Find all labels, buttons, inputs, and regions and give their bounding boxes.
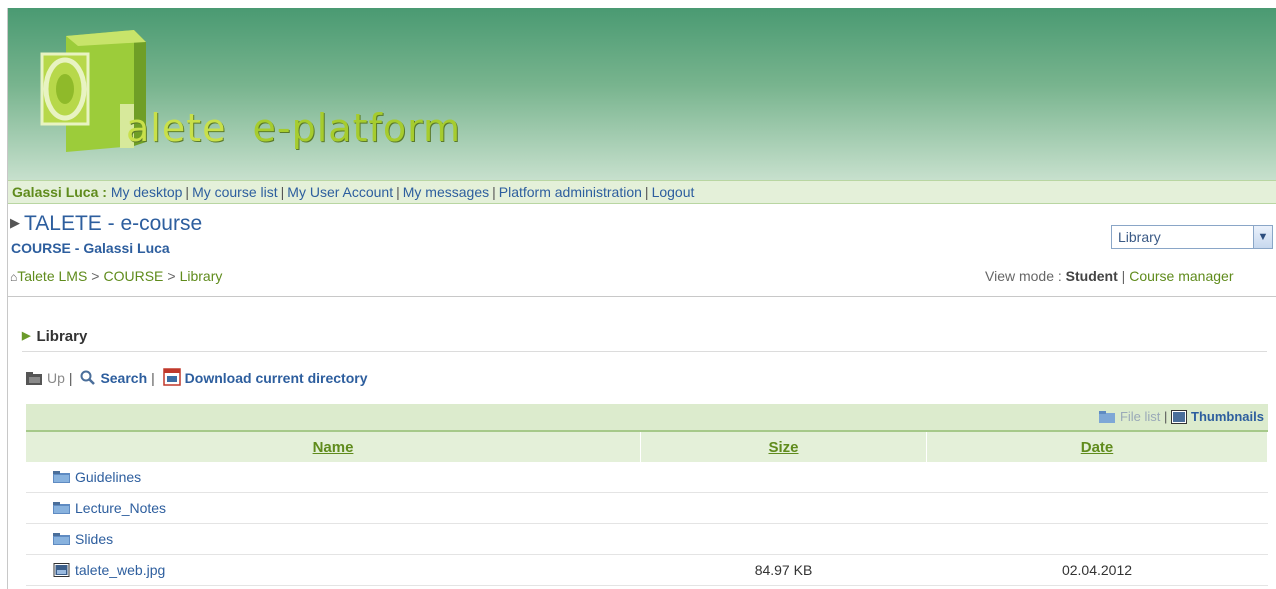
nav-my-course-list[interactable]: My course list [192, 184, 278, 200]
download-icon [162, 368, 181, 386]
download-directory-button[interactable]: Download current directory [185, 370, 368, 386]
file-date-cell [926, 462, 1268, 493]
top-navigation: Galassi Luca : My desktop | My course list… [8, 180, 1276, 204]
search-button[interactable]: Search [100, 370, 147, 386]
course-subtitle[interactable]: COURSE - Galassi Luca [11, 240, 170, 256]
chevron-down-icon[interactable]: ▼ [1253, 226, 1272, 248]
triangle-icon: ▶ [22, 330, 31, 342]
search-icon [80, 370, 96, 385]
site-header: alete e-platform [8, 8, 1276, 180]
table-row[interactable]: Slides [26, 523, 1268, 555]
folder-icon [53, 471, 70, 483]
view-mode: View mode : Student | Course manager [985, 268, 1234, 284]
nav-logout[interactable]: Logout [652, 184, 695, 200]
divider [8, 296, 1276, 297]
folder-icon [1098, 411, 1115, 423]
file-size-cell [640, 523, 927, 555]
file-name-cell[interactable]: Slides [26, 523, 641, 555]
thumbnails-view-button[interactable]: Thumbnails [1191, 409, 1264, 424]
column-header-date[interactable]: Date [926, 432, 1268, 462]
image-file-icon [53, 563, 70, 577]
library-toolbar: Up | Search | Download current directory [25, 368, 367, 386]
nav-my-messages[interactable]: My messages [403, 184, 489, 200]
file-table: File list | Thumbnails Name Size Date Gu… [26, 404, 1268, 586]
view-mode-student[interactable]: Student [1066, 268, 1118, 284]
divider [22, 351, 1267, 352]
file-date-cell: 02.04.2012 [926, 554, 1268, 586]
breadcrumb-library[interactable]: Library [180, 268, 223, 284]
breadcrumb-talete-lms[interactable]: Talete LMS [17, 268, 87, 284]
file-name-cell[interactable]: Lecture_Notes [26, 492, 641, 524]
file-date-cell [926, 523, 1268, 555]
breadcrumb: ⌂Talete LMS > COURSE > Library [10, 268, 223, 284]
nav-platform-administration[interactable]: Platform administration [499, 184, 642, 200]
thumbnails-icon [1171, 410, 1188, 424]
folder-icon [53, 533, 70, 545]
triangle-icon: ▶ [10, 215, 20, 230]
folder-up-icon [26, 372, 42, 385]
course-title[interactable]: ▶ TALETE - e-course [10, 212, 202, 236]
page-frame: alete e-platform Galassi Luca : My deskto… [7, 8, 1276, 589]
section-title: ▶ Library [22, 328, 88, 345]
file-size-cell [640, 492, 927, 524]
table-header-row: Name Size Date [26, 432, 1268, 462]
column-header-name[interactable]: Name [26, 432, 641, 462]
file-date-cell [926, 492, 1268, 524]
brand-wordmark: alete e-platform [126, 106, 462, 150]
folder-icon [53, 502, 70, 514]
file-size-cell: 84.97 KB [640, 554, 927, 586]
file-name-cell[interactable]: Guidelines [26, 462, 641, 493]
file-list-table: Name Size Date Guidelines Lecture_Notes [26, 432, 1268, 586]
file-name-cell[interactable]: talete_web.jpg [26, 554, 641, 586]
file-list-view-button[interactable]: File list [1120, 409, 1160, 424]
file-size-cell [640, 462, 927, 493]
view-mode-course-manager[interactable]: Course manager [1129, 268, 1233, 284]
view-switch-bar: File list | Thumbnails [26, 404, 1268, 432]
table-row[interactable]: Guidelines [26, 462, 1268, 493]
column-header-size[interactable]: Size [640, 432, 927, 462]
nav-my-user-account[interactable]: My User Account [287, 184, 393, 200]
table-row[interactable]: talete_web.jpg 84.97 KB 02.04.2012 [26, 554, 1268, 586]
table-row[interactable]: Lecture_Notes [26, 492, 1268, 524]
breadcrumb-course[interactable]: COURSE [103, 268, 163, 284]
nav-my-desktop[interactable]: My desktop [111, 184, 183, 200]
up-button[interactable]: Up [47, 370, 65, 386]
current-user: Galassi Luca : [12, 184, 107, 200]
tool-select[interactable]: Library ▼ [1111, 225, 1273, 249]
